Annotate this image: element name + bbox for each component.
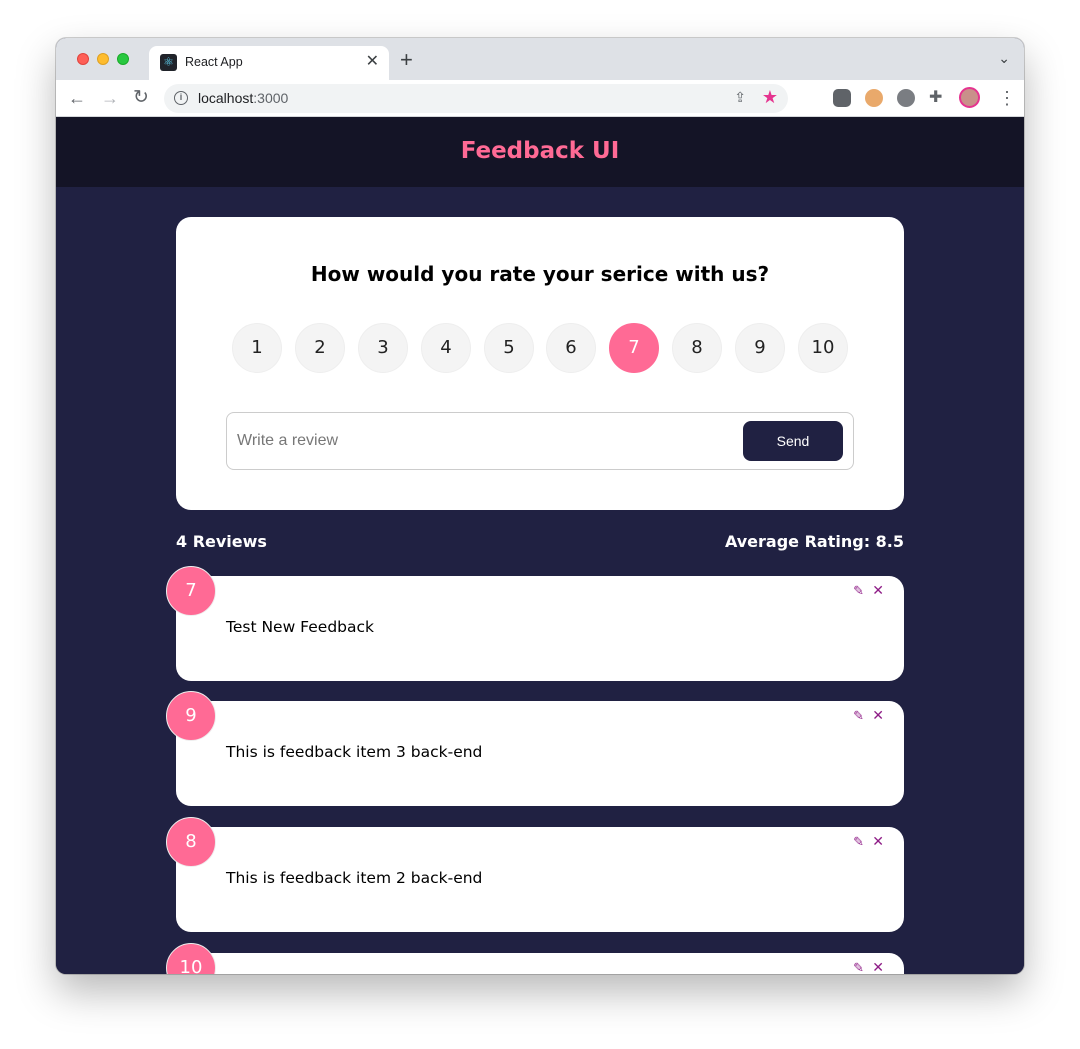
feedback-item: 8 ✎ ✕ This is feedback item 2 back-end xyxy=(166,817,904,932)
rating-option-7[interactable]: 7 xyxy=(609,323,659,373)
review-input-group: Send xyxy=(226,412,854,470)
edit-icon[interactable]: ✎ xyxy=(853,710,864,724)
delete-icon[interactable]: ✕ xyxy=(872,709,884,723)
edit-icon[interactable]: ✎ xyxy=(853,585,864,599)
info-icon[interactable]: i xyxy=(174,91,188,105)
delete-icon[interactable]: ✕ xyxy=(872,835,884,849)
rating-options: 1 2 3 4 5 6 7 8 9 10 xyxy=(232,323,848,373)
address-bar[interactable]: i localhost:3000 ⇪ ★ xyxy=(164,84,788,113)
feedback-rating-badge: 9 xyxy=(166,691,216,741)
chevron-down-icon[interactable]: ⌄ xyxy=(998,50,1010,67)
rating-option-9[interactable]: 9 xyxy=(735,323,785,373)
feedback-item: 7 ✎ ✕ Test New Feedback xyxy=(166,566,904,681)
extensions-puzzle-icon[interactable]: ✚ xyxy=(929,89,947,107)
extension-ball-icon[interactable] xyxy=(897,89,915,107)
feedback-text: This is feedback item 2 back-end xyxy=(226,869,483,887)
tab-strip: ⚛ React App ✕ + ⌄ xyxy=(56,38,1024,80)
delete-icon[interactable]: ✕ xyxy=(872,961,884,974)
feedback-text: Test New Feedback xyxy=(226,618,374,636)
feedback-rating-badge: 10 xyxy=(166,943,216,974)
review-input[interactable] xyxy=(237,427,737,455)
tab-close-icon[interactable]: ✕ xyxy=(366,52,379,72)
feedback-rating-badge: 7 xyxy=(166,566,216,616)
rating-option-4[interactable]: 4 xyxy=(421,323,471,373)
url-port: :3000 xyxy=(253,90,289,106)
forward-arrow-icon[interactable]: → xyxy=(101,86,119,110)
rating-option-2[interactable]: 2 xyxy=(295,323,345,373)
rating-option-6[interactable]: 6 xyxy=(546,323,596,373)
browser-window: ⚛ React App ✕ + ⌄ ← → ↻ i localhost:3000… xyxy=(56,38,1024,974)
feedback-item: 9 ✎ ✕ This is feedback item 3 back-end xyxy=(166,691,904,806)
delete-icon[interactable]: ✕ xyxy=(872,584,884,598)
app-title: Feedback UI xyxy=(460,138,620,164)
profile-avatar[interactable] xyxy=(959,87,980,108)
edit-icon[interactable]: ✎ xyxy=(853,962,864,975)
review-count: 4 Reviews xyxy=(176,532,267,551)
minimize-window-button[interactable] xyxy=(97,53,109,65)
browser-toolbar: ← → ↻ i localhost:3000 ⇪ ★ ✚ ⋮ xyxy=(56,80,1024,117)
browser-tab[interactable]: ⚛ React App ✕ xyxy=(149,46,389,80)
extension-face-icon[interactable] xyxy=(865,89,883,107)
tab-title: React App xyxy=(185,55,243,69)
feedback-item: 10 ✎ ✕ xyxy=(166,943,904,975)
maximize-window-button[interactable] xyxy=(117,53,129,65)
bookmark-star-icon[interactable]: ★ xyxy=(762,87,778,108)
feedback-rating-badge: 8 xyxy=(166,817,216,867)
rating-option-8[interactable]: 8 xyxy=(672,323,722,373)
rating-option-10[interactable]: 10 xyxy=(798,323,848,373)
feedback-stats: 4 Reviews Average Rating: 8.5 xyxy=(176,532,904,554)
send-button[interactable]: Send xyxy=(743,421,843,461)
rating-option-3[interactable]: 3 xyxy=(358,323,408,373)
extension-chat-icon[interactable] xyxy=(833,89,851,107)
rating-option-5[interactable]: 5 xyxy=(484,323,534,373)
browser-menu-icon[interactable]: ⋮ xyxy=(998,86,1016,110)
feedback-text: This is feedback item 3 back-end xyxy=(226,743,483,761)
app-header: Feedback UI xyxy=(56,117,1024,187)
close-window-button[interactable] xyxy=(77,53,89,65)
back-arrow-icon[interactable]: ← xyxy=(68,86,86,110)
rating-question: How would you rate your serice with us? xyxy=(310,262,770,286)
average-rating: Average Rating: 8.5 xyxy=(724,532,904,551)
page-content: Feedback UI How would you rate your seri… xyxy=(56,117,1024,974)
new-tab-icon[interactable]: + xyxy=(400,48,413,72)
edit-icon[interactable]: ✎ xyxy=(853,836,864,850)
rating-option-1[interactable]: 1 xyxy=(232,323,282,373)
rating-card: How would you rate your serice with us? … xyxy=(176,217,904,510)
url-host: localhost xyxy=(198,90,254,106)
share-icon[interactable]: ⇪ xyxy=(734,89,746,106)
reload-icon[interactable]: ↻ xyxy=(133,86,149,110)
react-logo-icon: ⚛ xyxy=(160,54,177,71)
url-text[interactable]: localhost:3000 xyxy=(198,90,288,106)
